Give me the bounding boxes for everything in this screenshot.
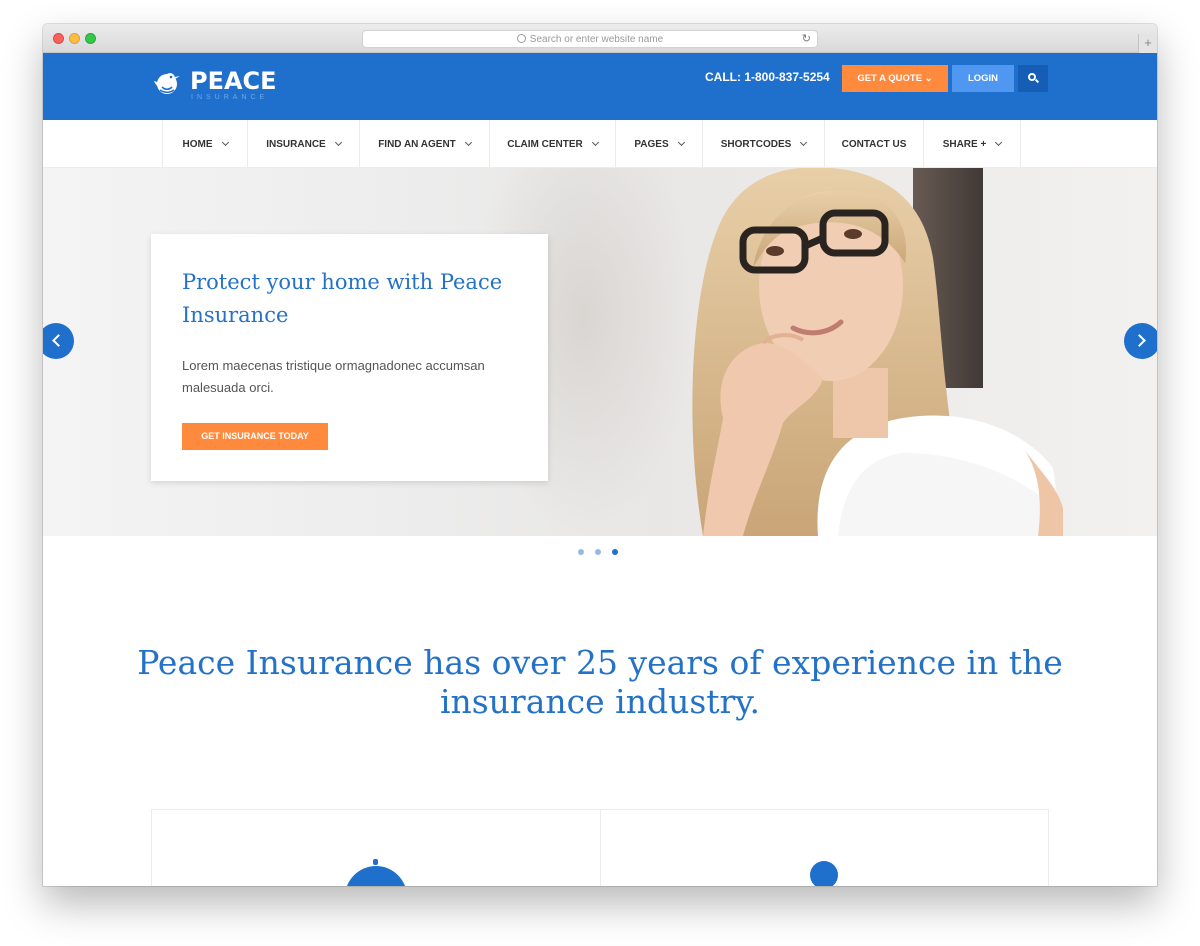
nav-item-label: SHARE + <box>942 138 987 150</box>
nav-item-pages[interactable]: PAGES <box>616 120 703 168</box>
slider-prev-button[interactable] <box>43 323 74 359</box>
get-a-quote-button[interactable]: GET A QUOTE ⌄ <box>842 65 948 92</box>
feature-divider <box>600 810 601 886</box>
chevron-down-icon <box>677 138 685 147</box>
minimize-window-button[interactable] <box>69 33 80 44</box>
features-row <box>151 809 1049 886</box>
search-icon <box>516 34 526 43</box>
nav-item-label: SHORTCODES <box>720 138 792 150</box>
stopwatch-icon <box>345 866 407 886</box>
nav-item-label: FIND AN AGENT <box>378 138 456 150</box>
slider-next-button[interactable] <box>1124 323 1157 359</box>
chevron-down-icon: ⌄ <box>924 73 933 84</box>
chevron-down-icon <box>591 138 599 147</box>
chevron-down-icon <box>334 138 342 147</box>
site-header: PEACE INSURANCE CALL: 1-800-837-5254 GET… <box>43 53 1157 120</box>
nav-item-label: CONTACT US <box>841 138 907 150</box>
chevron-left-icon <box>52 334 65 347</box>
reload-icon[interactable]: ↻ <box>802 31 811 48</box>
experience-headline: Peace Insurance has over 25 years of exp… <box>137 643 1063 721</box>
chevron-down-icon <box>221 138 229 147</box>
chevron-down-icon <box>800 138 808 147</box>
nav-item-label: PAGES <box>634 138 669 150</box>
chevron-right-icon <box>1133 334 1146 347</box>
nav-item-find-an-agent[interactable]: FIND AN AGENT <box>360 120 490 168</box>
chevron-down-icon <box>464 138 472 147</box>
slider-dot-3[interactable] <box>612 549 618 555</box>
nav-item-label: HOME <box>182 138 213 150</box>
search-button[interactable] <box>1018 65 1048 92</box>
nav-item-contact-us[interactable]: CONTACT US <box>825 120 924 168</box>
person-icon <box>810 861 838 886</box>
dove-logo-icon <box>154 73 180 94</box>
hero-slider: Protect your home with Peace Insurance L… <box>43 168 1157 536</box>
nav-item-label: CLAIM CENTER <box>507 138 583 150</box>
get-a-quote-label: GET A QUOTE <box>857 73 923 84</box>
address-bar-placeholder: Search or enter website name <box>529 34 664 45</box>
browser-window: Search or enter website name ↻ + PEACE I… <box>43 24 1157 886</box>
new-tab-button[interactable]: + <box>1138 34 1157 53</box>
nav-item-claim-center[interactable]: CLAIM CENTER <box>490 120 616 168</box>
hero-photo-woman-with-glasses <box>692 168 1063 536</box>
nav-item-shortcodes[interactable]: SHORTCODES <box>703 120 825 168</box>
nav-item-label: INSURANCE <box>266 138 326 150</box>
slider-dot-2[interactable] <box>595 549 601 555</box>
logo-subtext: INSURANCE <box>191 94 269 101</box>
browser-titlebar: Search or enter website name ↻ + <box>43 24 1157 53</box>
call-number[interactable]: CALL: 1-800-837-5254 <box>705 70 830 84</box>
zoom-window-button[interactable] <box>85 33 96 44</box>
nav-item-insurance[interactable]: INSURANCE <box>248 120 360 168</box>
hero-text: Lorem maecenas tristique ormagnadonec ac… <box>182 358 485 395</box>
nav-item-share[interactable]: SHARE + <box>924 120 1021 168</box>
nav-menu: HOME INSURANCE FIND AN AGENT CLAIM CENTE… <box>162 120 1021 168</box>
hero-title: Protect your home with Peace Insurance <box>182 270 503 327</box>
site-logo[interactable]: PEACE INSURANCE <box>150 65 277 105</box>
nav-item-home[interactable]: HOME <box>163 120 248 168</box>
slider-pagination <box>578 549 628 557</box>
slider-dot-1[interactable] <box>578 549 584 555</box>
login-button[interactable]: LOGIN <box>952 65 1014 92</box>
hero-card: Protect your home with Peace Insurance L… <box>151 234 548 481</box>
address-bar[interactable]: Search or enter website name ↻ <box>362 30 818 48</box>
close-window-button[interactable] <box>53 33 64 44</box>
logo-wordmark: PEACE <box>190 67 277 95</box>
get-insurance-today-button[interactable]: GET INSURANCE TODAY <box>182 423 328 450</box>
main-nav: HOME INSURANCE FIND AN AGENT CLAIM CENTE… <box>43 120 1157 168</box>
chevron-down-icon <box>995 138 1003 147</box>
stopwatch-icon-knob <box>373 859 378 865</box>
